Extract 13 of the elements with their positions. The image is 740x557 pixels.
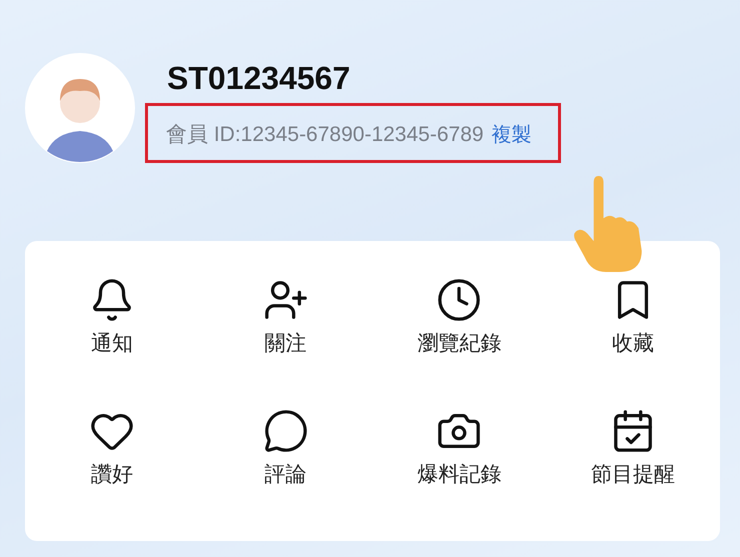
menu-label[interactable]: 通知 [90, 329, 133, 357]
menu-label[interactable]: 收藏 [612, 329, 654, 357]
menu-label[interactable]: 爆料記錄 [417, 460, 502, 488]
menu-label[interactable]: 關注 [264, 329, 307, 357]
menu-label[interactable]: 評論 [264, 460, 307, 488]
copy-link[interactable]: 複製 [492, 120, 532, 148]
clock-icon[interactable] [436, 277, 482, 323]
member-id: 會員 ID:12345-67890-12345-6789 [166, 122, 484, 148]
username: ST01234567 [167, 59, 352, 97]
menu-label[interactable]: 瀏覽紀錄 [417, 329, 502, 357]
menu-label[interactable]: 讚好 [90, 460, 133, 488]
chat-bubble-icon[interactable] [262, 408, 309, 454]
menu-label[interactable]: 節目提醒 [591, 460, 676, 488]
